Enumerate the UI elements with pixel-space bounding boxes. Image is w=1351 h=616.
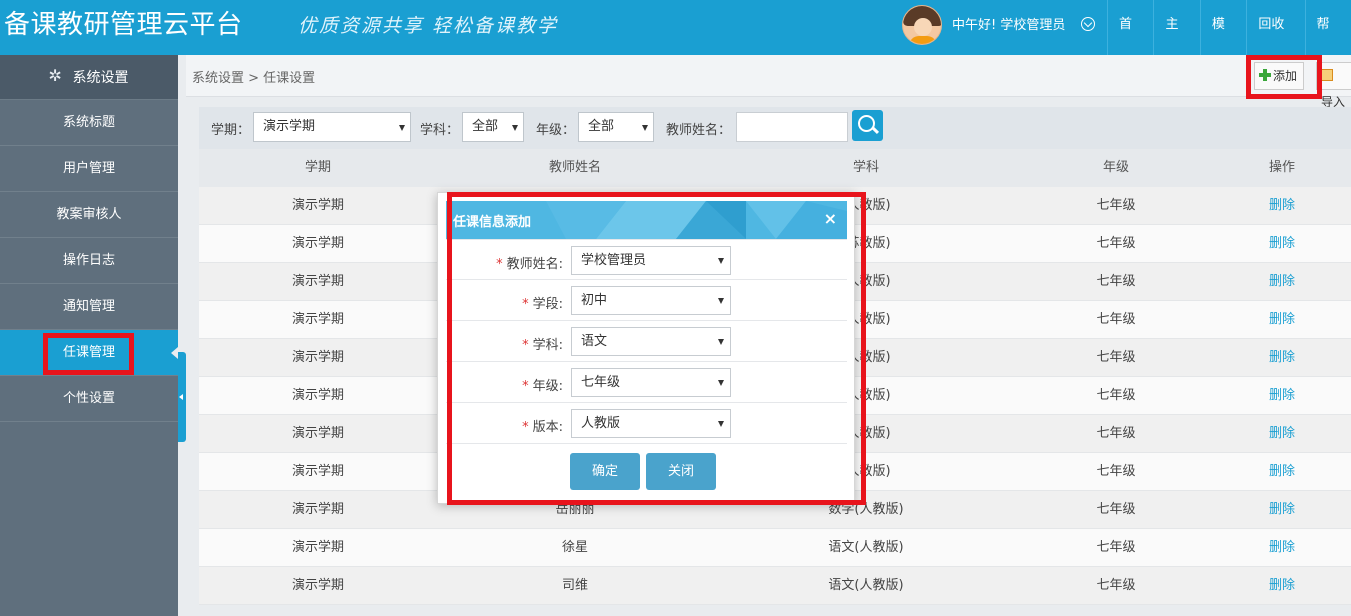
- grade-label: 年级：: [536, 123, 576, 138]
- app-title: 备课教研管理云平台: [4, 10, 243, 40]
- term-cell: 演示学期: [291, 312, 344, 327]
- term-select[interactable]: 演示学期: [253, 112, 411, 142]
- term-cell: 演示学期: [291, 350, 344, 365]
- table-row: 演示学期 司维 语文(人教版) 七年级 删除: [199, 567, 1351, 605]
- column-header-grade: 年级: [1102, 160, 1129, 175]
- delete-link[interactable]: 删除: [1213, 187, 1351, 224]
- table-row: 演示学期 徐星 语文(人教版) 七年级 删除: [199, 529, 1351, 567]
- nav-recycle-bin[interactable]: 回收站: [1246, 0, 1304, 82]
- grade-cell: 七年级: [1096, 540, 1136, 555]
- term-cell: 演示学期: [291, 464, 344, 479]
- nav-templates[interactable]: 模板: [1199, 0, 1246, 82]
- teacher-name-label: 教师姓名：: [666, 123, 732, 138]
- grade-cell: 七年级: [1096, 350, 1136, 365]
- teacher-cell: 司维: [561, 578, 588, 593]
- delete-link[interactable]: 删除: [1213, 491, 1351, 528]
- term-cell: 演示学期: [291, 540, 344, 555]
- term-cell: 演示学期: [291, 388, 344, 403]
- gear-icon: [49, 66, 64, 85]
- grade-cell: 七年级: [1096, 236, 1136, 251]
- grade-cell: 七年级: [1096, 464, 1136, 479]
- sidebar-item-user-management[interactable]: 用户管理: [0, 146, 178, 192]
- grade-cell: 七年级: [1096, 502, 1136, 517]
- subject-cell: 语文(人教版): [828, 578, 904, 593]
- nav-help[interactable]: 帮助: [1304, 0, 1351, 82]
- highlight-sidebar-item: [43, 333, 134, 375]
- top-nav: 首页 主页 模板 回收站 帮助: [1107, 0, 1351, 82]
- delete-link[interactable]: 删除: [1213, 301, 1351, 338]
- sidebar-collapse-handle[interactable]: [178, 352, 186, 442]
- subject-select[interactable]: 全部: [462, 112, 524, 142]
- sidebar-item-lesson-reviewer[interactable]: 教案审核人: [0, 192, 178, 238]
- delete-link[interactable]: 删除: [1213, 529, 1351, 566]
- delete-link[interactable]: 删除: [1213, 415, 1351, 452]
- grade-cell: 七年级: [1096, 274, 1136, 289]
- breadcrumb-bar: 系统设置 > 任课设置 添加 导入: [186, 55, 1351, 109]
- grade-cell: 七年级: [1096, 388, 1136, 403]
- highlight-add-button: [1246, 55, 1322, 99]
- delete-link[interactable]: 删除: [1213, 567, 1351, 604]
- dropdown-caret-icon: [399, 125, 405, 131]
- sidebar-item-operation-log[interactable]: 操作日志: [0, 238, 178, 284]
- sidebar-item-system-title[interactable]: 系统标题: [0, 100, 178, 146]
- teacher-cell: 徐星: [561, 540, 588, 555]
- delete-link[interactable]: 删除: [1213, 225, 1351, 262]
- table-header: 学期 教师姓名 学科 年级 操作: [199, 149, 1351, 187]
- column-header-action: 操作: [1268, 160, 1295, 175]
- delete-link[interactable]: 删除: [1213, 377, 1351, 414]
- filter-bar: 学期： 演示学期 学科： 全部 年级： 全部 教师姓名：: [199, 107, 1351, 149]
- avatar[interactable]: [902, 5, 942, 45]
- term-cell: 演示学期: [291, 502, 344, 517]
- delete-link[interactable]: 删除: [1213, 453, 1351, 490]
- grade-select[interactable]: 全部: [578, 112, 654, 142]
- sidebar-item-notifications[interactable]: 通知管理: [0, 284, 178, 330]
- grade-cell: 七年级: [1096, 312, 1136, 327]
- grade-cell: 七年级: [1096, 426, 1136, 441]
- grade-cell: 七年级: [1096, 578, 1136, 593]
- highlight-dialog: [447, 192, 866, 505]
- term-cell: 演示学期: [291, 236, 344, 251]
- term-select-value: 演示学期: [263, 119, 316, 134]
- column-header-teacher: 教师姓名: [548, 160, 601, 175]
- slogan: 优质资源共享 轻松备课教学: [298, 15, 559, 37]
- sidebar-header[interactable]: 系统设置: [0, 55, 178, 100]
- column-header-term: 学期: [304, 160, 331, 175]
- user-greeting[interactable]: 中午好! 学校管理员: [952, 16, 1065, 36]
- term-cell: 演示学期: [291, 274, 344, 289]
- term-cell: 演示学期: [291, 578, 344, 593]
- nav-homepage[interactable]: 主页: [1153, 0, 1199, 82]
- sidebar-title: 系统设置: [72, 70, 129, 86]
- grade-cell: 七年级: [1096, 198, 1136, 213]
- delete-link[interactable]: 删除: [1213, 339, 1351, 376]
- import-icon: [1321, 69, 1333, 81]
- subject-cell: 语文(人教版): [828, 540, 904, 555]
- chevron-down-icon[interactable]: [1081, 17, 1095, 31]
- dropdown-caret-icon: [642, 125, 648, 131]
- delete-link[interactable]: 删除: [1213, 263, 1351, 300]
- dropdown-caret-icon: [512, 125, 518, 131]
- top-header: 备课教研管理云平台 优质资源共享 轻松备课教学 中午好! 学校管理员 首页 主页…: [0, 0, 1351, 82]
- column-header-subject: 学科: [852, 160, 879, 175]
- subject-label: 学科：: [420, 123, 460, 138]
- subject-select-value: 全部: [472, 119, 499, 134]
- search-button[interactable]: [852, 110, 883, 141]
- grade-select-value: 全部: [588, 119, 615, 134]
- sidebar-item-personal-settings[interactable]: 个性设置: [0, 376, 178, 422]
- teacher-name-input[interactable]: [736, 112, 848, 142]
- term-label: 学期：: [211, 123, 251, 138]
- term-cell: 演示学期: [291, 426, 344, 441]
- nav-home[interactable]: 首页: [1107, 0, 1153, 82]
- term-cell: 演示学期: [291, 198, 344, 213]
- breadcrumb: 系统设置 > 任课设置: [192, 71, 316, 86]
